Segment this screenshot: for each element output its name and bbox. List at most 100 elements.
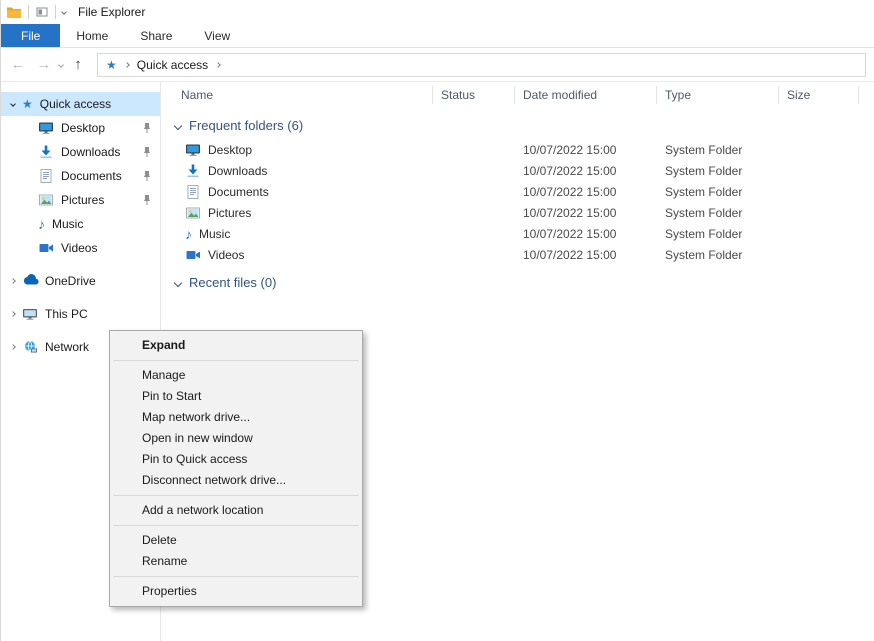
sidebar-item-desktop[interactable]: Desktop: [1, 116, 160, 140]
menu-item-map-network-drive[interactable]: Map network drive...: [110, 407, 362, 428]
forward-button-icon[interactable]: →: [33, 56, 55, 73]
sidebar-item-downloads[interactable]: Downloads: [1, 140, 160, 164]
file-date-modified: 10/07/2022 15:00: [515, 185, 657, 199]
group-collapse-icon[interactable]: [174, 278, 182, 286]
menu-item-delete[interactable]: Delete: [110, 530, 362, 551]
toolbar-dropdown-icon[interactable]: [61, 9, 67, 15]
file-row-music[interactable]: ♪ Music 10/07/2022 15:00 System Folder: [161, 223, 874, 244]
expander-right-icon[interactable]: [10, 344, 16, 350]
sidebar-item-label: Pictures: [61, 193, 104, 207]
sidebar-item-label: OneDrive: [45, 274, 96, 288]
column-header-size[interactable]: Size: [779, 86, 859, 104]
file-row-downloads[interactable]: Downloads 10/07/2022 15:00 System Folder: [161, 160, 874, 181]
file-date-modified: 10/07/2022 15:00: [515, 206, 657, 220]
breadcrumb-chevron-icon[interactable]: [124, 62, 130, 68]
file-name: Documents: [208, 185, 269, 199]
sidebar-item-music[interactable]: ♪ Music: [1, 212, 160, 236]
this-pc-icon: [22, 306, 38, 322]
context-menu: Expand Manage Pin to Start Map network d…: [109, 330, 363, 607]
file-date-modified: 10/07/2022 15:00: [515, 164, 657, 178]
expander-down-icon[interactable]: [10, 101, 16, 107]
recent-locations-dropdown-icon[interactable]: [58, 62, 64, 68]
sidebar-item-this-pc[interactable]: This PC: [1, 302, 160, 326]
menu-item-expand[interactable]: Expand: [110, 335, 362, 356]
file-type: System Folder: [657, 164, 779, 178]
file-name: Desktop: [208, 143, 252, 157]
tab-view[interactable]: View: [188, 24, 246, 47]
sidebar-item-onedrive[interactable]: OneDrive: [1, 269, 160, 293]
file-type: System Folder: [657, 227, 779, 241]
back-button-icon[interactable]: ←: [7, 56, 29, 73]
file-type: System Folder: [657, 248, 779, 262]
group-header-label: Frequent folders (6): [189, 118, 303, 133]
breadcrumb-chevron-icon[interactable]: [215, 62, 221, 68]
videos-icon: [38, 240, 54, 256]
file-name: Videos: [208, 248, 244, 262]
file-date-modified: 10/07/2022 15:00: [515, 227, 657, 241]
sidebar-item-label: Network: [45, 340, 89, 354]
menu-item-manage[interactable]: Manage: [110, 365, 362, 386]
ribbon-tab-bar: File Home Share View: [1, 24, 874, 48]
file-row-videos[interactable]: Videos 10/07/2022 15:00 System Folder: [161, 244, 874, 265]
up-button-icon[interactable]: ↑: [67, 56, 89, 73]
expander-right-icon[interactable]: [10, 278, 16, 284]
file-name: Music: [199, 227, 230, 241]
column-header-name[interactable]: Name: [161, 86, 433, 104]
music-icon: ♪: [185, 227, 192, 241]
column-header-type[interactable]: Type: [657, 86, 779, 104]
file-date-modified: 10/07/2022 15:00: [515, 248, 657, 262]
file-type: System Folder: [657, 185, 779, 199]
group-collapse-icon[interactable]: [174, 121, 182, 129]
sidebar-item-label: Quick access: [40, 97, 111, 111]
sidebar-item-quick-access[interactable]: ★ Quick access: [1, 92, 160, 116]
music-icon: ♪: [38, 217, 45, 231]
downloads-icon: [185, 163, 201, 179]
file-explorer-window: File Explorer File Home Share View ← → ↑…: [0, 0, 874, 641]
sidebar-item-label: Desktop: [61, 121, 105, 135]
file-row-desktop[interactable]: Desktop 10/07/2022 15:00 System Folder: [161, 139, 874, 160]
column-header-row: Name Status Date modified Type Size: [161, 82, 874, 108]
sidebar-item-label: Videos: [61, 241, 97, 255]
menu-item-rename[interactable]: Rename: [110, 551, 362, 572]
expander-right-icon[interactable]: [10, 311, 16, 317]
menu-item-properties[interactable]: Properties: [110, 581, 362, 602]
menu-item-pin-to-quick-access[interactable]: Pin to Quick access: [110, 449, 362, 470]
network-icon: [22, 339, 38, 355]
file-name: Downloads: [208, 164, 267, 178]
menu-item-open-in-new-window[interactable]: Open in new window: [110, 428, 362, 449]
videos-icon: [185, 247, 201, 263]
group-header-label: Recent files (0): [189, 275, 276, 290]
breadcrumb-location[interactable]: Quick access: [137, 58, 208, 72]
tab-home[interactable]: Home: [60, 24, 124, 47]
menu-separator: [113, 576, 359, 577]
column-header-status[interactable]: Status: [433, 86, 515, 104]
toolbar-separator: [55, 5, 56, 19]
group-header-recent-files[interactable]: Recent files (0): [175, 275, 874, 290]
sidebar-item-label: Music: [52, 217, 83, 231]
menu-item-pin-to-start[interactable]: Pin to Start: [110, 386, 362, 407]
quick-access-breadcrumb-icon: ★: [106, 59, 117, 71]
app-folder-icon: [6, 4, 22, 20]
menu-item-add-network-location[interactable]: Add a network location: [110, 500, 362, 521]
menu-separator: [113, 495, 359, 496]
desktop-icon: [38, 120, 54, 136]
sidebar-item-videos[interactable]: Videos: [1, 236, 160, 260]
toolbar-separator: [28, 5, 29, 19]
tab-share[interactable]: Share: [124, 24, 188, 47]
sidebar-item-label: Documents: [61, 169, 122, 183]
column-header-date-modified[interactable]: Date modified: [515, 86, 657, 104]
documents-icon: [38, 168, 54, 184]
sidebar-item-documents[interactable]: Documents: [1, 164, 160, 188]
address-bar[interactable]: ★ Quick access: [97, 53, 866, 77]
downloads-icon: [38, 144, 54, 160]
file-date-modified: 10/07/2022 15:00: [515, 143, 657, 157]
file-row-pictures[interactable]: Pictures 10/07/2022 15:00 System Folder: [161, 202, 874, 223]
group-header-frequent-folders[interactable]: Frequent folders (6): [175, 118, 874, 133]
file-name: Pictures: [208, 206, 251, 220]
pictures-icon: [185, 205, 201, 221]
menu-item-disconnect-network-drive[interactable]: Disconnect network drive...: [110, 470, 362, 491]
file-row-documents[interactable]: Documents 10/07/2022 15:00 System Folder: [161, 181, 874, 202]
quick-access-toolbar-icon[interactable]: [35, 5, 49, 19]
tab-file[interactable]: File: [1, 24, 60, 47]
sidebar-item-pictures[interactable]: Pictures: [1, 188, 160, 212]
